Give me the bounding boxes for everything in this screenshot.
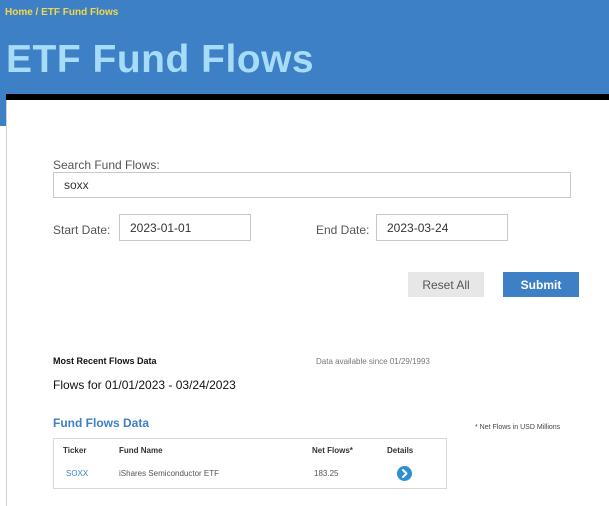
most-recent-flows-heading: Most Recent Flows Data: [53, 356, 157, 366]
column-header-ticker: Ticker: [63, 446, 87, 455]
breadcrumb[interactable]: Home / ETF Fund Flows: [5, 7, 118, 18]
content-left-border: [6, 100, 7, 506]
chevron-right-circle-icon[interactable]: [397, 466, 412, 481]
start-date-input[interactable]: [119, 214, 251, 241]
data-available-since: Data available since 01/29/1993: [316, 357, 430, 366]
ticker-link[interactable]: SOXX: [66, 469, 88, 478]
column-header-net-flows: Net Flows*: [312, 446, 353, 455]
start-date-label: Start Date:: [53, 223, 111, 237]
reset-all-button[interactable]: Reset All: [408, 272, 484, 297]
page-title: ETF Fund Flows: [6, 38, 315, 81]
column-header-fund-name: Fund Name: [119, 446, 163, 455]
net-flows-note: * Net Flows in USD Millions: [475, 424, 561, 431]
end-date-label: End Date:: [316, 223, 370, 237]
fund-flows-table: Ticker Fund Name Net Flows* Details SOXX…: [53, 438, 447, 489]
fund-name-cell: iShares Semiconductor ETF: [119, 469, 220, 478]
end-date-input[interactable]: [376, 214, 508, 241]
column-header-details: Details: [387, 446, 414, 455]
page-header: Home / ETF Fund Flows ETF Fund Flows: [0, 0, 609, 96]
ticker-cell: SOXX: [66, 469, 88, 478]
search-input[interactable]: [53, 172, 571, 198]
flows-date-range: Flows for 01/01/2023 - 03/24/2023: [53, 378, 236, 392]
header-divider: [6, 94, 609, 100]
search-label: Search Fund Flows:: [53, 158, 160, 172]
submit-button[interactable]: Submit: [503, 272, 579, 297]
net-flows-cell: 183.25: [314, 469, 339, 478]
fund-flows-data-heading: Fund Flows Data: [53, 416, 149, 430]
